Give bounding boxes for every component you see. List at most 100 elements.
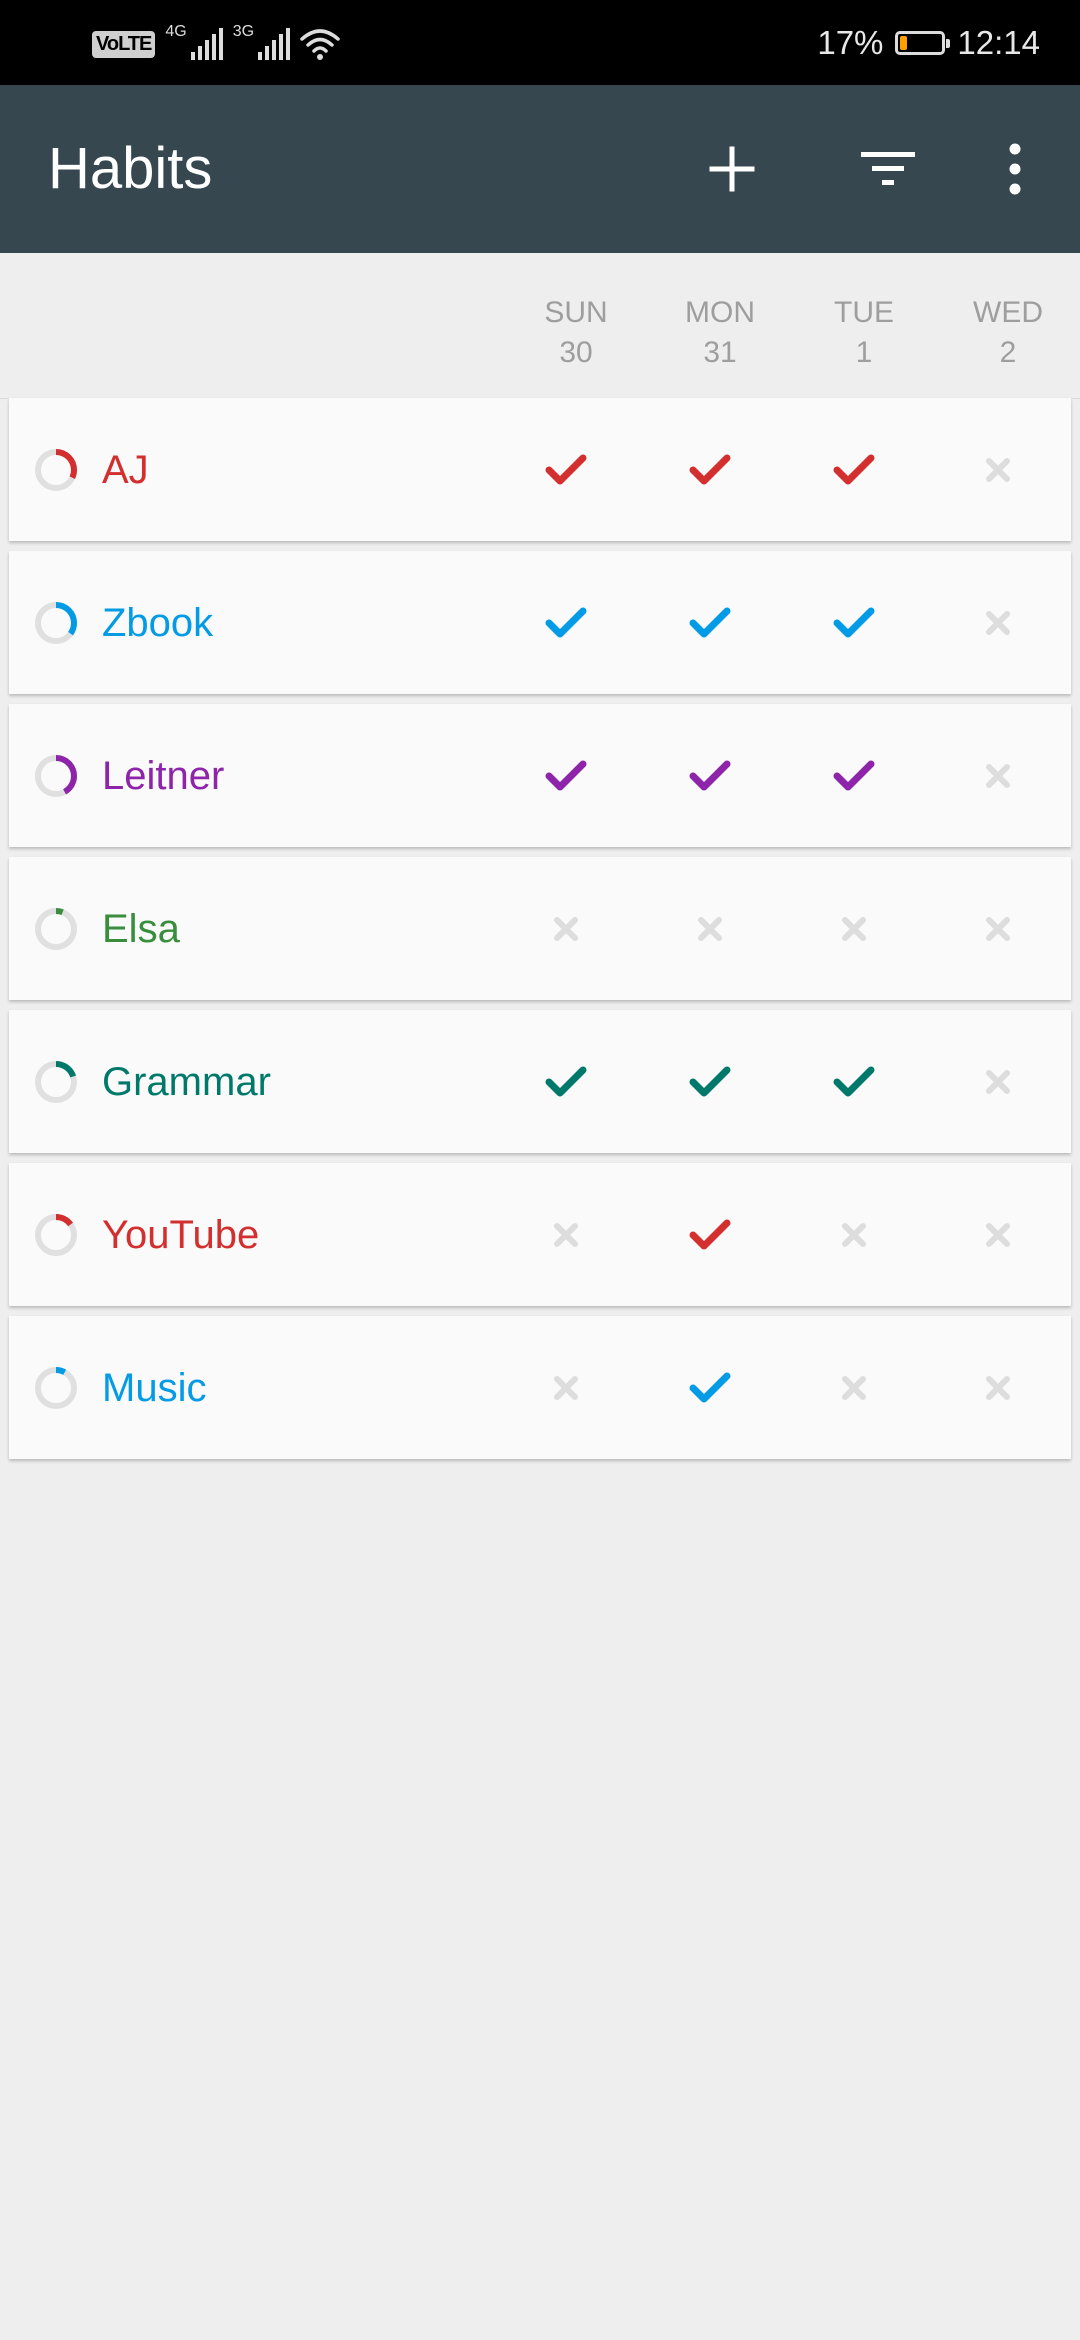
habit-row[interactable]: YouTube — [9, 1163, 1071, 1306]
filter-button[interactable] — [848, 129, 928, 209]
habit-score-ring — [35, 1367, 77, 1409]
close-icon — [986, 917, 1010, 941]
day-date: 30 — [559, 336, 593, 369]
day-date: 31 — [703, 336, 737, 369]
habit-row[interactable]: Elsa — [9, 857, 1071, 1000]
signal-icon — [190, 28, 223, 60]
habit-check-cell[interactable] — [829, 1057, 879, 1107]
close-icon — [986, 1223, 1010, 1247]
habit-row[interactable]: Grammar — [9, 1010, 1071, 1153]
habit-check-cell[interactable] — [829, 1363, 879, 1413]
habit-check-cell[interactable] — [829, 751, 879, 801]
habit-check-cell[interactable] — [685, 1210, 735, 1260]
habit-row[interactable]: Zbook — [9, 551, 1071, 694]
habit-check-cell[interactable] — [541, 751, 591, 801]
habit-name: AJ — [102, 448, 149, 492]
battery-icon — [895, 31, 951, 55]
habit-check-cell[interactable] — [685, 598, 735, 648]
network-type-4g: 4G — [165, 23, 187, 40]
close-icon — [554, 917, 578, 941]
habit-score-ring — [35, 755, 77, 797]
habit-check-cell[interactable] — [973, 445, 1023, 495]
check-icon — [689, 1066, 731, 1097]
check-icon — [833, 1066, 875, 1097]
close-icon — [986, 1376, 1010, 1400]
habit-check-cell[interactable] — [973, 1210, 1023, 1260]
day-weekday: TUE — [834, 296, 894, 329]
check-icon — [545, 454, 587, 485]
habit-check-cell[interactable] — [685, 904, 735, 954]
check-icon — [833, 760, 875, 791]
more-vert-icon — [1009, 143, 1021, 195]
habit-check-cell[interactable] — [541, 904, 591, 954]
habit-score-ring — [35, 449, 77, 491]
network-type-3g: 3G — [232, 23, 255, 40]
close-icon — [554, 1376, 578, 1400]
battery-percent: 17% — [817, 24, 884, 61]
page-title: Habits — [48, 136, 213, 201]
close-icon — [698, 917, 722, 941]
habit-row[interactable]: Leitner — [9, 704, 1071, 847]
check-icon — [545, 760, 587, 791]
close-icon — [986, 458, 1010, 482]
habit-check-cell[interactable] — [685, 1057, 735, 1107]
day-weekday: MON — [685, 296, 755, 329]
habit-score-ring — [35, 908, 77, 950]
habit-check-cell[interactable] — [685, 445, 735, 495]
add-habit-button[interactable] — [692, 129, 772, 209]
close-icon — [986, 611, 1010, 635]
habit-name: Elsa — [102, 907, 180, 951]
habit-check-cell[interactable] — [973, 598, 1023, 648]
habit-check-cell[interactable] — [973, 751, 1023, 801]
close-icon — [986, 1070, 1010, 1094]
close-icon — [842, 1223, 866, 1247]
habit-check-cell[interactable] — [973, 904, 1023, 954]
day-weekday: SUN — [544, 296, 608, 329]
day-weekday: WED — [973, 296, 1043, 329]
filter-icon — [861, 152, 915, 185]
habit-check-cell[interactable] — [829, 445, 879, 495]
status-right: 17% 12:14 — [817, 20, 1040, 66]
habit-check-cell[interactable] — [829, 598, 879, 648]
habit-name: Grammar — [102, 1060, 271, 1104]
check-icon — [689, 760, 731, 791]
check-icon — [689, 607, 731, 638]
habit-row[interactable]: AJ — [9, 398, 1071, 541]
habit-check-cell[interactable] — [541, 1057, 591, 1107]
app-bar: Habits — [0, 85, 1080, 253]
check-icon — [689, 1372, 731, 1403]
status-indicators: VoLTE 4G 3G — [92, 22, 340, 66]
day-column-tue: TUE 1 — [804, 293, 924, 373]
habit-score-ring — [35, 1061, 77, 1103]
day-date: 2 — [999, 336, 1017, 369]
check-icon — [545, 1066, 587, 1097]
overflow-menu-button[interactable] — [975, 129, 1055, 209]
habit-check-cell[interactable] — [973, 1363, 1023, 1413]
signal-icon — [258, 28, 291, 60]
habit-check-cell[interactable] — [829, 904, 879, 954]
habit-check-cell[interactable] — [685, 1363, 735, 1413]
habit-check-cell[interactable] — [685, 751, 735, 801]
habit-check-cell[interactable] — [541, 598, 591, 648]
habit-check-cell[interactable] — [541, 445, 591, 495]
check-icon — [689, 1219, 731, 1250]
close-icon — [986, 764, 1010, 788]
habit-check-cell[interactable] — [829, 1210, 879, 1260]
habit-row[interactable]: Music — [9, 1316, 1071, 1459]
habit-name: Zbook — [102, 601, 214, 645]
habit-check-cell[interactable] — [541, 1210, 591, 1260]
habit-check-cell[interactable] — [541, 1363, 591, 1413]
add-icon — [709, 146, 755, 192]
habit-check-cell[interactable] — [973, 1057, 1023, 1107]
check-icon — [545, 607, 587, 638]
day-column-sun: SUN 30 — [516, 293, 636, 373]
wifi-icon — [300, 29, 340, 60]
close-icon — [842, 917, 866, 941]
check-icon — [833, 607, 875, 638]
habit-score-ring — [35, 1214, 77, 1256]
status-bar: VoLTE 4G 3G 17% 12:14 — [0, 0, 1080, 85]
habit-name: YouTube — [102, 1213, 260, 1257]
habit-name: Leitner — [102, 754, 225, 798]
day-header: SUN 30 MON 31 TUE 1 WED 2 — [0, 253, 1080, 399]
close-icon — [842, 1376, 866, 1400]
